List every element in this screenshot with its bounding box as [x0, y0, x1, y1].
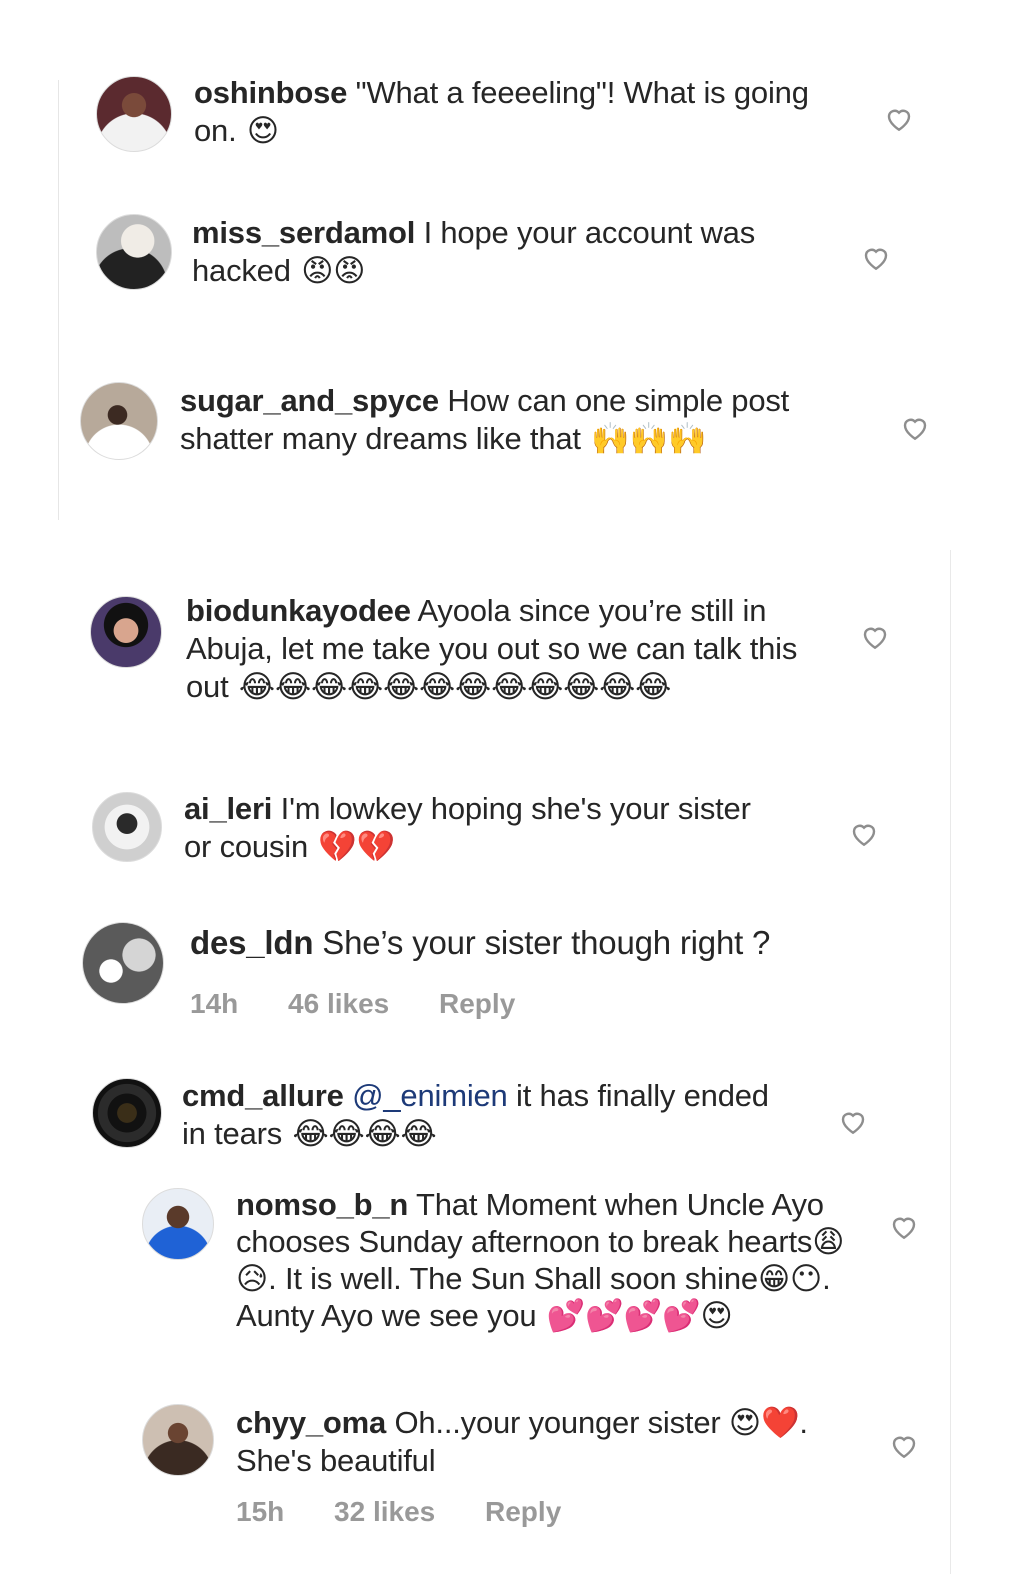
comment-text: nomso_b_n That Moment when Uncle Ayo cho…	[236, 1186, 846, 1335]
comment-emoji: 😡😡	[301, 253, 366, 289]
avatar[interactable]	[82, 922, 164, 1004]
comment-username[interactable]: ai_leri	[184, 791, 272, 826]
comment-emoji: 🙌🙌🙌	[591, 421, 707, 457]
like-heart-icon[interactable]	[883, 103, 915, 135]
left-divider	[58, 80, 59, 520]
comment-username[interactable]: cmd_allure	[182, 1078, 344, 1113]
comment-username[interactable]: oshinbose	[194, 75, 347, 110]
comment-username[interactable]: chyy_oma	[236, 1405, 386, 1440]
comment-text: biodunkayodee Ayoola since you’re still …	[186, 592, 806, 706]
comment-emoji: 😍	[246, 113, 280, 149]
comment-time: 15h	[236, 1496, 285, 1527]
comment-emoji: 💕💕💕💕😍	[546, 1298, 733, 1334]
comment-username[interactable]: sugar_and_spyce	[180, 383, 439, 418]
avatar[interactable]	[80, 382, 158, 460]
like-heart-icon[interactable]	[859, 621, 891, 653]
comment-text: oshinbose "What a feeeeling"! What is go…	[194, 74, 814, 150]
avatar[interactable]	[92, 1078, 162, 1148]
comment-text: sugar_and_spyce How can one simple post …	[180, 382, 820, 458]
reply-button[interactable]: Reply	[485, 1496, 561, 1527]
comment-time: 14h	[190, 988, 239, 1019]
comment-text: des_ldn She’s your sister though right ?	[190, 924, 910, 962]
comment-emoji: 😂😂😂😂😂😂😂😂😂😂😂😂	[238, 669, 672, 705]
reply-button[interactable]: Reply	[439, 988, 515, 1019]
like-heart-icon[interactable]	[888, 1211, 920, 1243]
comment-emoji: 😂😂😂😂	[292, 1116, 437, 1152]
avatar[interactable]	[92, 792, 162, 862]
comment-text: miss_serdamol I hope your account was ha…	[192, 214, 812, 290]
comment-like-count[interactable]: 46 likes	[288, 988, 389, 1019]
comment-username[interactable]: des_ldn	[190, 924, 314, 961]
right-divider	[950, 550, 951, 1574]
like-heart-icon[interactable]	[888, 1430, 920, 1462]
avatar[interactable]	[142, 1404, 214, 1476]
comment-username[interactable]: miss_serdamol	[192, 215, 415, 250]
comment-like-count[interactable]: 32 likes	[334, 1496, 435, 1527]
comment-text: chyy_oma Oh...your younger sister 😍❤️. S…	[236, 1404, 826, 1480]
like-heart-icon[interactable]	[860, 242, 892, 274]
like-heart-icon[interactable]	[837, 1106, 869, 1138]
comment-meta: 15h 32 likes Reply	[236, 1496, 603, 1528]
comment-mention[interactable]: @_enimien	[352, 1078, 508, 1113]
comment-username[interactable]: nomso_b_n	[236, 1187, 408, 1222]
avatar[interactable]	[142, 1188, 214, 1260]
comment-emoji: 💔💔	[318, 829, 396, 865]
comment-body: She’s your sister though right ?	[322, 924, 771, 961]
comment-text: ai_leri I'm lowkey hoping she's your sis…	[184, 790, 784, 866]
like-heart-icon[interactable]	[899, 412, 931, 444]
comment-meta: 14h 46 likes Reply	[190, 988, 557, 1020]
avatar[interactable]	[96, 76, 172, 152]
comment-username[interactable]: biodunkayodee	[186, 593, 411, 628]
avatar[interactable]	[96, 214, 172, 290]
avatar[interactable]	[90, 596, 162, 668]
like-heart-icon[interactable]	[848, 818, 880, 850]
comment-text: cmd_allure @_enimien it has finally ende…	[182, 1077, 782, 1153]
